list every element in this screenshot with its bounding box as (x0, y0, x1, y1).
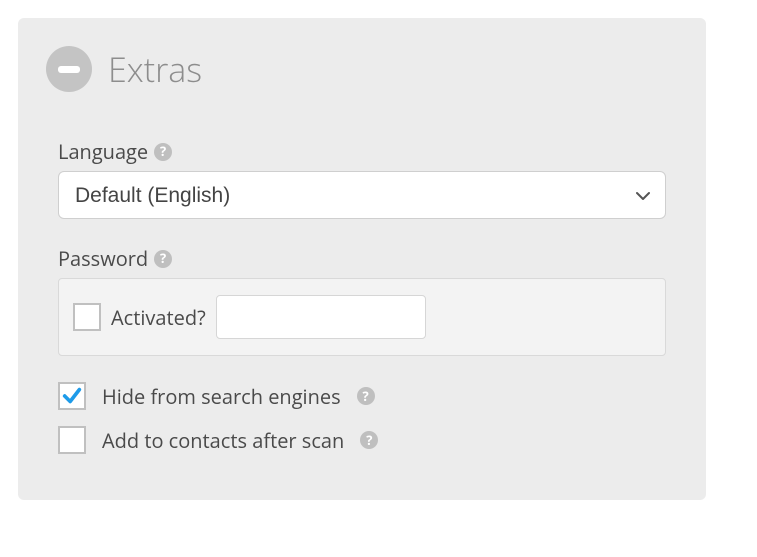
add-to-contacts-row: Add to contacts after scan ? (58, 426, 666, 454)
panel-body: Language ? Default (English) Password ? (18, 102, 706, 454)
collapse-toggle[interactable] (46, 46, 92, 92)
help-icon[interactable]: ? (360, 431, 378, 449)
add-to-contacts-label: Add to contacts after scan (102, 427, 344, 454)
password-box: Activated? (58, 278, 666, 356)
add-to-contacts-checkbox[interactable] (58, 426, 86, 454)
panel-title: Extras (108, 46, 202, 92)
panel-header: Extras (18, 18, 706, 102)
password-label: Password (58, 245, 148, 272)
language-label: Language (58, 138, 148, 165)
hide-from-search-checkbox[interactable] (58, 382, 86, 410)
extras-panel: Extras Language ? Default (English) Pass… (18, 18, 706, 500)
minus-icon (58, 66, 80, 73)
activated-checkbox[interactable] (73, 303, 101, 331)
language-group: Language ? Default (English) (58, 138, 666, 219)
help-icon[interactable]: ? (154, 143, 172, 161)
help-icon[interactable]: ? (357, 387, 375, 405)
password-group: Password ? Activated? (58, 245, 666, 356)
language-select[interactable]: Default (English) (58, 171, 666, 219)
hide-from-search-row: Hide from search engines ? (58, 382, 666, 410)
hide-from-search-label: Hide from search engines (102, 383, 341, 410)
language-select-wrap: Default (English) (58, 171, 666, 219)
help-icon[interactable]: ? (154, 250, 172, 268)
password-input[interactable] (216, 295, 426, 339)
activated-label: Activated? (111, 304, 206, 331)
